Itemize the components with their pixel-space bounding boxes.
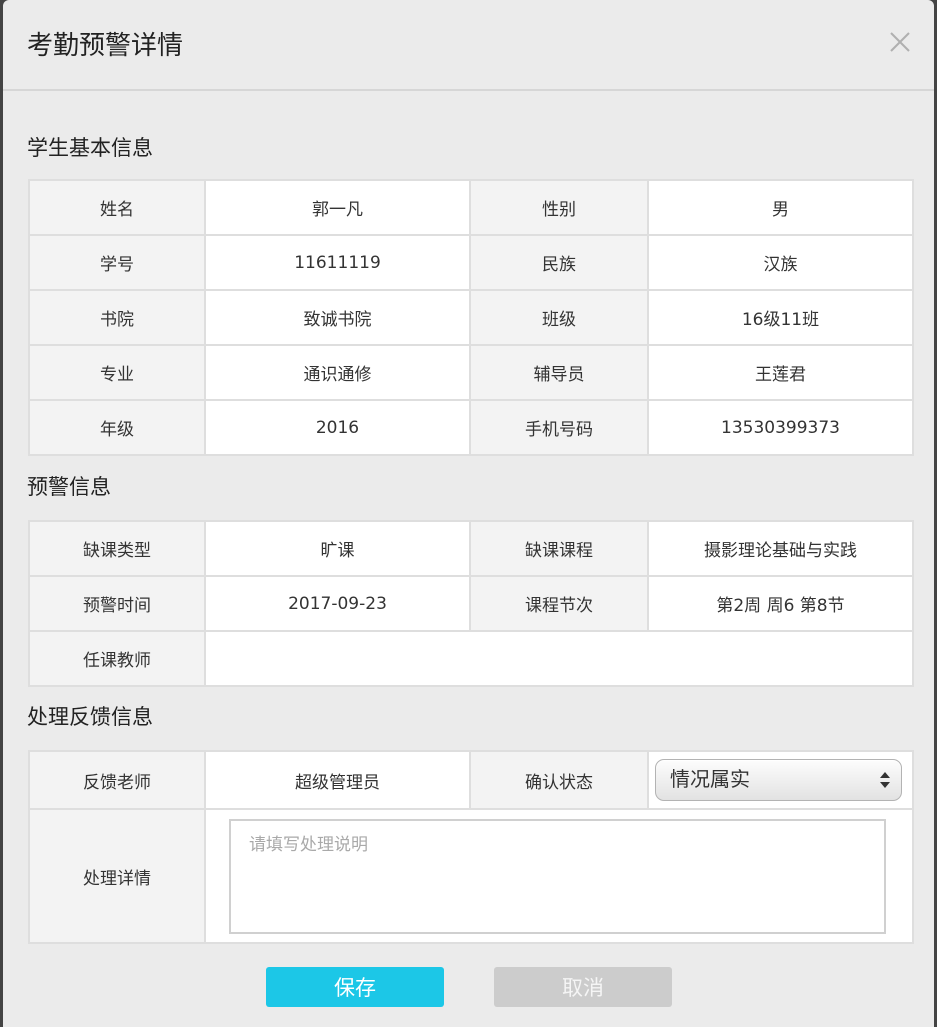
grade-value: 2016 bbox=[204, 399, 471, 456]
ethnicity-value: 汉族 bbox=[647, 234, 914, 291]
table-row: 缺课类型 旷课 缺课课程 摄影理论基础与实践 bbox=[28, 520, 914, 577]
counselor-value: 王莲君 bbox=[647, 344, 914, 401]
table-row: 反馈老师 超级管理员 确认状态 情况属实 bbox=[28, 750, 914, 810]
ethnicity-label: 民族 bbox=[469, 234, 649, 291]
absence-type-label: 缺课类型 bbox=[28, 520, 206, 577]
phone-value: 13530399373 bbox=[647, 399, 914, 456]
grade-label: 年级 bbox=[28, 399, 206, 456]
feedback-teacher-label: 反馈老师 bbox=[28, 750, 206, 810]
course-teacher-label: 任课教师 bbox=[28, 630, 206, 687]
phone-label: 手机号码 bbox=[469, 399, 649, 456]
confirm-status-label: 确认状态 bbox=[469, 750, 649, 810]
major-value: 通识通修 bbox=[204, 344, 471, 401]
warning-time-label: 预警时间 bbox=[28, 575, 206, 632]
student-id-value: 11611119 bbox=[204, 234, 471, 291]
handling-detail-label: 处理详情 bbox=[28, 808, 206, 944]
course-session-value: 第2周 周6 第8节 bbox=[647, 575, 914, 632]
student-info-table: 姓名 郭一凡 性别 男 学号 11611119 民族 汉族 书院 致诚书院 班级… bbox=[28, 179, 914, 456]
college-value: 致诚书院 bbox=[204, 289, 471, 346]
select-arrows-icon bbox=[880, 772, 890, 788]
handling-detail-textarea[interactable] bbox=[229, 818, 886, 934]
close-icon-glyph bbox=[890, 32, 910, 52]
warning-info-section-title: 预警信息 bbox=[27, 475, 111, 499]
student-id-label: 学号 bbox=[28, 234, 206, 291]
table-row: 处理详情 bbox=[28, 808, 914, 944]
college-label: 书院 bbox=[28, 289, 206, 346]
handling-detail-cell bbox=[204, 808, 914, 944]
name-value: 郭一凡 bbox=[204, 179, 471, 236]
course-session-label: 课程节次 bbox=[469, 575, 649, 632]
table-row: 姓名 郭一凡 性别 男 bbox=[28, 179, 914, 236]
confirm-status-select[interactable]: 情况属实 bbox=[655, 759, 902, 801]
table-row: 书院 致诚书院 班级 16级11班 bbox=[28, 289, 914, 346]
class-value: 16级11班 bbox=[647, 289, 914, 346]
table-row: 预警时间 2017-09-23 课程节次 第2周 周6 第8节 bbox=[28, 575, 914, 632]
absent-course-value: 摄影理论基础与实践 bbox=[647, 520, 914, 577]
course-teacher-value bbox=[204, 630, 914, 687]
table-row: 学号 11611119 民族 汉族 bbox=[28, 234, 914, 291]
save-button[interactable]: 保存 bbox=[266, 967, 444, 1007]
gender-label: 性别 bbox=[469, 179, 649, 236]
feedback-section-title: 处理反馈信息 bbox=[27, 705, 153, 729]
attendance-warning-dialog: 考勤预警详情 学生基本信息 姓名 郭一凡 性别 男 学号 11611119 民族… bbox=[3, 0, 934, 1027]
dialog-header: 考勤预警详情 bbox=[3, 0, 934, 91]
dialog-title: 考勤预警详情 bbox=[27, 31, 184, 61]
student-info-section-title: 学生基本信息 bbox=[27, 136, 153, 160]
table-row: 年级 2016 手机号码 13530399373 bbox=[28, 399, 914, 456]
close-icon[interactable] bbox=[889, 31, 911, 53]
gender-value: 男 bbox=[647, 179, 914, 236]
feedback-teacher-value: 超级管理员 bbox=[204, 750, 471, 810]
feedback-table: 反馈老师 超级管理员 确认状态 情况属实 处理详情 bbox=[28, 750, 914, 944]
warning-time-value: 2017-09-23 bbox=[204, 575, 471, 632]
major-label: 专业 bbox=[28, 344, 206, 401]
cancel-button[interactable]: 取消 bbox=[494, 967, 672, 1007]
absent-course-label: 缺课课程 bbox=[469, 520, 649, 577]
class-label: 班级 bbox=[469, 289, 649, 346]
counselor-label: 辅导员 bbox=[469, 344, 649, 401]
confirm-status-cell: 情况属实 bbox=[647, 750, 914, 810]
confirm-status-selected-value: 情况属实 bbox=[670, 767, 750, 791]
absence-type-value: 旷课 bbox=[204, 520, 471, 577]
name-label: 姓名 bbox=[28, 179, 206, 236]
table-row: 专业 通识通修 辅导员 王莲君 bbox=[28, 344, 914, 401]
warning-info-table: 缺课类型 旷课 缺课课程 摄影理论基础与实践 预警时间 2017-09-23 课… bbox=[28, 520, 914, 687]
table-row: 任课教师 bbox=[28, 630, 914, 687]
